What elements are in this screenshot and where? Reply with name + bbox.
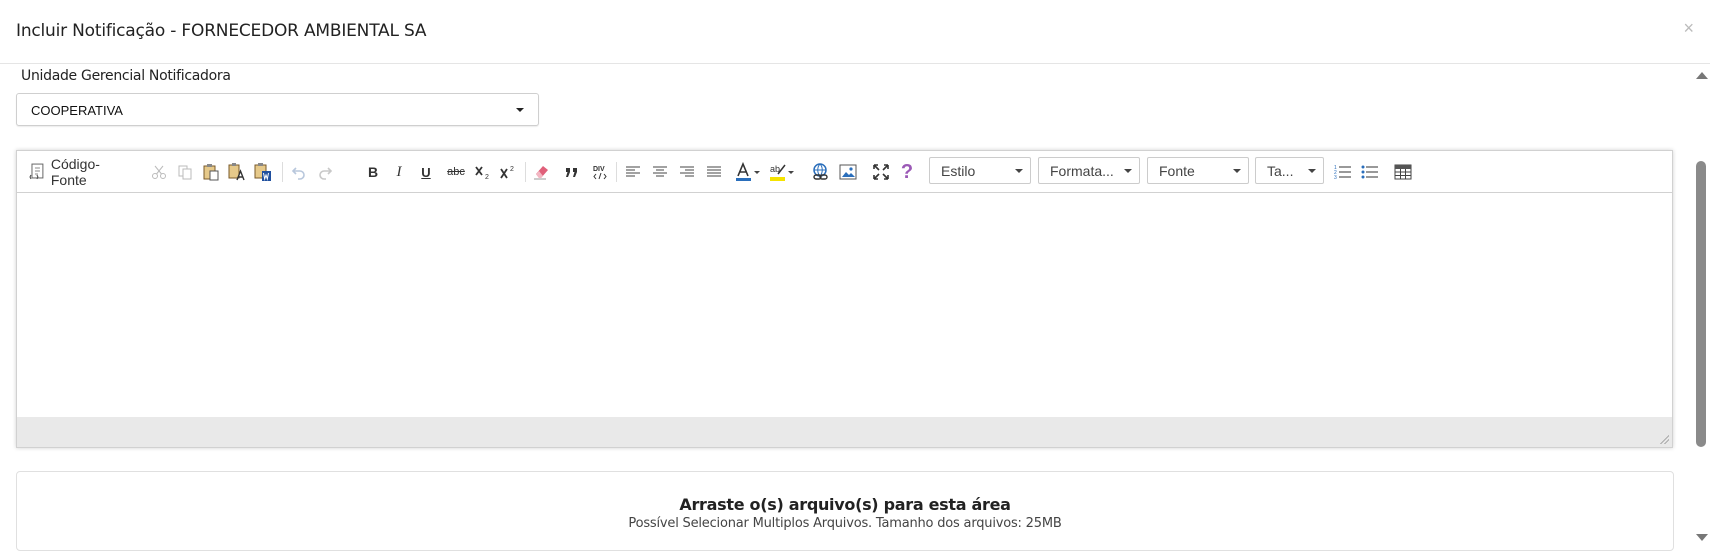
drop-zone-title: Arraste o(s) arquivo(s) para esta área <box>679 495 1011 514</box>
rich-text-editor: Código-Fonte B I U abc 2 2 DIV ab ? Esti… <box>16 150 1673 448</box>
align-justify-icon <box>707 166 721 177</box>
dialog-header: Incluir Notificação - FORNECEDOR AMBIENT… <box>0 0 1710 64</box>
paste-text-icon <box>228 163 245 181</box>
redo-icon <box>319 167 333 180</box>
close-icon[interactable]: × <box>1683 18 1694 39</box>
italic-button[interactable]: I <box>388 161 410 183</box>
paste-word-button[interactable] <box>252 161 274 183</box>
svg-text:3: 3 <box>1334 175 1337 181</box>
strikethrough-button[interactable]: abc <box>444 161 468 183</box>
drop-zone-subtitle: Possível Selecionar Multiplos Arquivos. … <box>628 516 1062 531</box>
text-color-button[interactable] <box>735 161 763 183</box>
align-left-icon <box>626 166 640 177</box>
remove-format-button[interactable] <box>531 161 553 183</box>
numbered-list-button[interactable]: 1 2 3 <box>1332 161 1354 183</box>
editor-statusbar <box>17 417 1672 447</box>
underline-button[interactable]: U <box>415 161 437 183</box>
format-combo-label: Formata... <box>1050 163 1114 179</box>
subscript-button[interactable]: 2 <box>472 161 494 183</box>
unit-select-value: COOPERATIVA <box>31 103 123 118</box>
size-combo[interactable]: Ta... <box>1255 157 1324 184</box>
create-div-button[interactable]: DIV <box>589 161 611 183</box>
align-right-icon <box>680 166 694 177</box>
svg-text:2: 2 <box>485 174 489 180</box>
copy-icon <box>178 165 192 180</box>
help-button[interactable]: ? <box>896 161 918 183</box>
font-combo[interactable]: Fonte <box>1147 157 1249 184</box>
unit-field-label: Unidade Gerencial Notificadora <box>21 68 231 84</box>
link-button[interactable] <box>810 161 832 183</box>
link-icon <box>813 163 828 180</box>
table-button[interactable] <box>1392 161 1414 183</box>
align-left-button[interactable] <box>622 161 644 183</box>
quote-icon <box>566 168 577 177</box>
vertical-scrollbar[interactable] <box>1692 64 1710 543</box>
file-drop-zone[interactable]: Arraste o(s) arquivo(s) para esta área P… <box>16 471 1674 551</box>
scroll-down-arrow-icon[interactable] <box>1696 534 1708 541</box>
image-button[interactable] <box>837 161 859 183</box>
bulleted-list-icon <box>1361 165 1378 179</box>
style-combo[interactable]: Estilo <box>929 157 1031 184</box>
align-center-icon <box>653 166 667 177</box>
paste-button[interactable] <box>200 161 222 183</box>
subscript-icon: 2 <box>475 166 489 180</box>
bulleted-list-button[interactable] <box>1359 161 1381 183</box>
copy-button[interactable] <box>174 161 196 183</box>
bold-button[interactable]: B <box>362 161 384 183</box>
align-justify-button[interactable] <box>703 161 725 183</box>
scissors-icon <box>152 165 166 179</box>
svg-text:DIV: DIV <box>593 166 605 173</box>
clipboard-icon <box>203 164 219 181</box>
superscript-button[interactable]: 2 <box>497 161 519 183</box>
chevron-down-icon <box>1308 169 1316 173</box>
highlight-color-icon: ab <box>770 164 794 181</box>
toolbar-separator <box>525 162 526 182</box>
paste-text-button[interactable] <box>226 161 248 183</box>
undo-button[interactable] <box>288 161 310 183</box>
fullscreen-icon <box>873 164 889 180</box>
editor-content-area[interactable] <box>17 193 1672 417</box>
resize-handle-icon[interactable] <box>1659 434 1669 444</box>
chevron-down-icon <box>1124 169 1132 173</box>
undo-icon <box>291 167 305 180</box>
font-combo-label: Fonte <box>1159 163 1195 179</box>
maximize-button[interactable] <box>870 161 892 183</box>
align-right-button[interactable] <box>676 161 698 183</box>
toolbar-separator <box>616 162 617 182</box>
scroll-thumb[interactable] <box>1696 161 1706 447</box>
align-center-button[interactable] <box>649 161 671 183</box>
scroll-up-arrow-icon[interactable] <box>1696 72 1708 79</box>
size-combo-label: Ta... <box>1267 163 1294 179</box>
toolbar-separator <box>282 162 283 182</box>
background-color-button[interactable]: ab <box>769 161 797 183</box>
chevron-down-icon <box>1233 169 1241 173</box>
chevron-down-icon <box>1015 169 1023 173</box>
superscript-icon: 2 <box>500 166 514 179</box>
chevron-down-icon <box>516 108 524 112</box>
format-combo[interactable]: Formata... <box>1038 157 1140 184</box>
source-code-icon <box>29 163 44 180</box>
eraser-icon <box>534 166 548 180</box>
svg-text:2: 2 <box>510 166 514 173</box>
source-code-label: Código-Fonte <box>50 156 100 188</box>
dialog-title: Incluir Notificação - FORNECEDOR AMBIENT… <box>16 21 427 41</box>
unit-select[interactable]: COOPERATIVA <box>16 93 539 126</box>
cut-button[interactable] <box>148 161 170 183</box>
editor-toolbar: Código-Fonte B I U abc 2 2 DIV ab ? Esti… <box>17 151 1672 193</box>
paste-word-icon <box>254 163 271 181</box>
image-icon <box>839 164 857 180</box>
div-container-icon: DIV <box>593 166 607 180</box>
blockquote-button[interactable] <box>561 161 583 183</box>
text-color-icon <box>736 162 760 181</box>
style-combo-label: Estilo <box>941 163 976 179</box>
source-code-button[interactable]: Código-Fonte <box>29 156 135 188</box>
numbered-list-icon: 1 2 3 <box>1334 165 1351 181</box>
table-icon <box>1394 164 1412 180</box>
redo-button[interactable] <box>314 161 336 183</box>
